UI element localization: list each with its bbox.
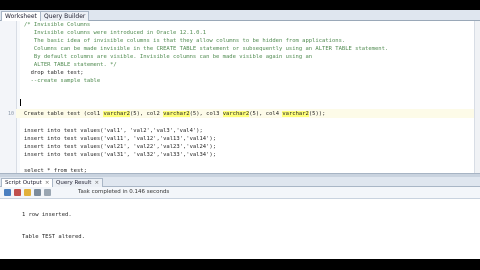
script-output-panel[interactable]: 1 row inserted. Table TEST altered. [0,199,480,259]
editor-vertical-scrollbar[interactable] [474,21,480,173]
close-icon[interactable]: × [45,180,50,186]
save-icon[interactable] [24,189,31,196]
editor-line-7: drop table test; [24,70,84,76]
tab-query-result-label: Query Result [56,180,92,186]
create-seg2: (5), col3 [189,111,223,117]
create-seg3: (5), col4 [249,111,283,117]
editor-line-6: ALTER TABLE statement. */ [24,62,117,68]
keyword-varchar2: varchar2 [103,111,130,117]
editor-line-4: Columns can be made invisible in the CRE… [24,46,389,52]
line-number-10: 10 [7,111,14,117]
editor-line-10: Create table test (col1 varchar2(5), col… [24,110,325,118]
print-icon[interactable] [34,189,41,196]
create-seg1: (5), col2 [129,111,164,117]
tab-query-result[interactable]: Query Result × [52,178,104,187]
create-post: (5)); [308,111,326,117]
tab-script-output-label: Script Output [5,180,42,186]
output-toolbar: Task completed in 0.146 seconds [0,187,480,199]
keyword-varchar2: varchar2 [163,111,190,117]
worksheet-tabstrip: Worksheet Query Builder [0,10,480,21]
letterbox-bottom [0,259,480,270]
tab-script-output[interactable]: Script Output × [1,178,54,187]
text-cursor [20,99,21,106]
output-line-row-inserted: 1 row inserted. [22,212,72,218]
tab-worksheet[interactable]: Worksheet [1,11,41,21]
output-tabstrip: Script Output × Query Result × [0,177,480,187]
dropdown-icon[interactable] [44,189,51,196]
output-line-table-altered: Table TEST altered. [22,234,85,240]
letterbox-top [0,0,480,10]
editor-line-3: The basic idea of invisible columns is t… [24,38,346,44]
clear-output-icon[interactable] [14,189,21,196]
editor-line-15: insert into test values('val31', 'val32'… [24,152,217,158]
editor-line-1: /* Invisible Columns [24,22,91,28]
sql-developer-window: Worksheet Query Builder /* Invisible Col… [0,10,480,259]
editor-line-2: Invisible columns were introduced in Ora… [24,30,207,36]
pin-icon[interactable] [4,189,11,196]
line-number-gutter [0,21,17,173]
editor-line-5: By default columns are visible. Invisibl… [24,54,313,60]
fold-margin [17,21,20,173]
editor-line-12: insert into test values('val1', 'val2','… [24,128,203,134]
task-status: Task completed in 0.146 seconds [78,189,170,195]
editor-line-13: insert into test values('val11', 'val12'… [24,136,217,142]
create-pre: Create table test (col1 [24,111,104,117]
editor-line-8: --create sample table [24,78,101,84]
sql-editor[interactable]: /* Invisible Columns Invisible columns w… [0,21,480,174]
keyword-varchar2: varchar2 [222,111,250,117]
keyword-varchar2: varchar2 [282,111,309,117]
screen: Worksheet Query Builder /* Invisible Col… [0,0,480,270]
tab-query-builder[interactable]: Query Builder [40,11,90,21]
close-icon[interactable]: × [94,180,99,186]
editor-line-14: insert into test values('val21', 'val22'… [24,144,217,150]
